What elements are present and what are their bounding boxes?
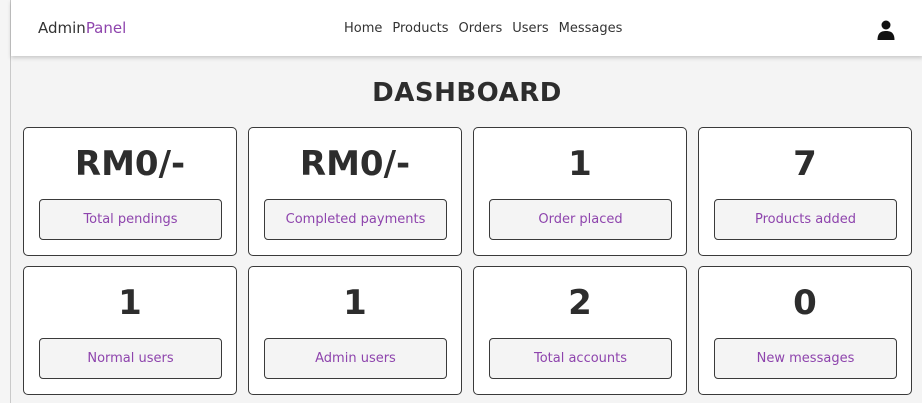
main-nav: Home Products Orders Users Messages (344, 21, 622, 36)
total-pendings-button[interactable]: Total pendings (39, 199, 222, 240)
card-value: 7 (793, 144, 817, 184)
stats-grid: RM0/- Total pendings RM0/- Completed pay… (23, 127, 912, 395)
card-total-accounts: 2 Total accounts (473, 266, 687, 395)
card-total-pendings: RM0/- Total pendings (23, 127, 237, 256)
nav-users[interactable]: Users (512, 21, 548, 36)
card-value: 1 (568, 144, 592, 184)
card-completed-payments: RM0/- Completed payments (248, 127, 462, 256)
page-title: DASHBOARD (372, 78, 562, 108)
card-value: RM0/- (74, 144, 186, 184)
nav-products[interactable]: Products (392, 21, 448, 36)
nav-orders[interactable]: Orders (459, 21, 503, 36)
normal-users-button[interactable]: Normal users (39, 338, 222, 379)
card-value: 0 (793, 283, 817, 323)
card-value: RM0/- (299, 144, 411, 184)
user-icon[interactable] (877, 20, 895, 40)
new-messages-button[interactable]: New messages (714, 338, 897, 379)
products-added-button[interactable]: Products added (714, 199, 897, 240)
card-normal-users: 1 Normal users (23, 266, 237, 395)
card-admin-users: 1 Admin users (248, 266, 462, 395)
card-products-added: 7 Products added (698, 127, 912, 256)
card-value: 1 (343, 283, 367, 323)
nav-home[interactable]: Home (344, 21, 382, 36)
logo[interactable]: AdminPanel (38, 19, 126, 37)
card-new-messages: 0 New messages (698, 266, 912, 395)
admin-users-button[interactable]: Admin users (264, 338, 447, 379)
total-accounts-button[interactable]: Total accounts (489, 338, 672, 379)
card-order-placed: 1 Order placed (473, 127, 687, 256)
header: AdminPanel Home Products Orders Users Me… (11, 0, 922, 56)
logo-accent: Panel (85, 19, 127, 37)
app-frame: AdminPanel Home Products Orders Users Me… (10, 0, 922, 403)
completed-payments-button[interactable]: Completed payments (264, 199, 447, 240)
order-placed-button[interactable]: Order placed (489, 199, 672, 240)
card-value: 1 (118, 283, 142, 323)
card-value: 2 (568, 283, 592, 323)
logo-main: Admin (38, 19, 86, 37)
nav-messages[interactable]: Messages (559, 21, 623, 36)
